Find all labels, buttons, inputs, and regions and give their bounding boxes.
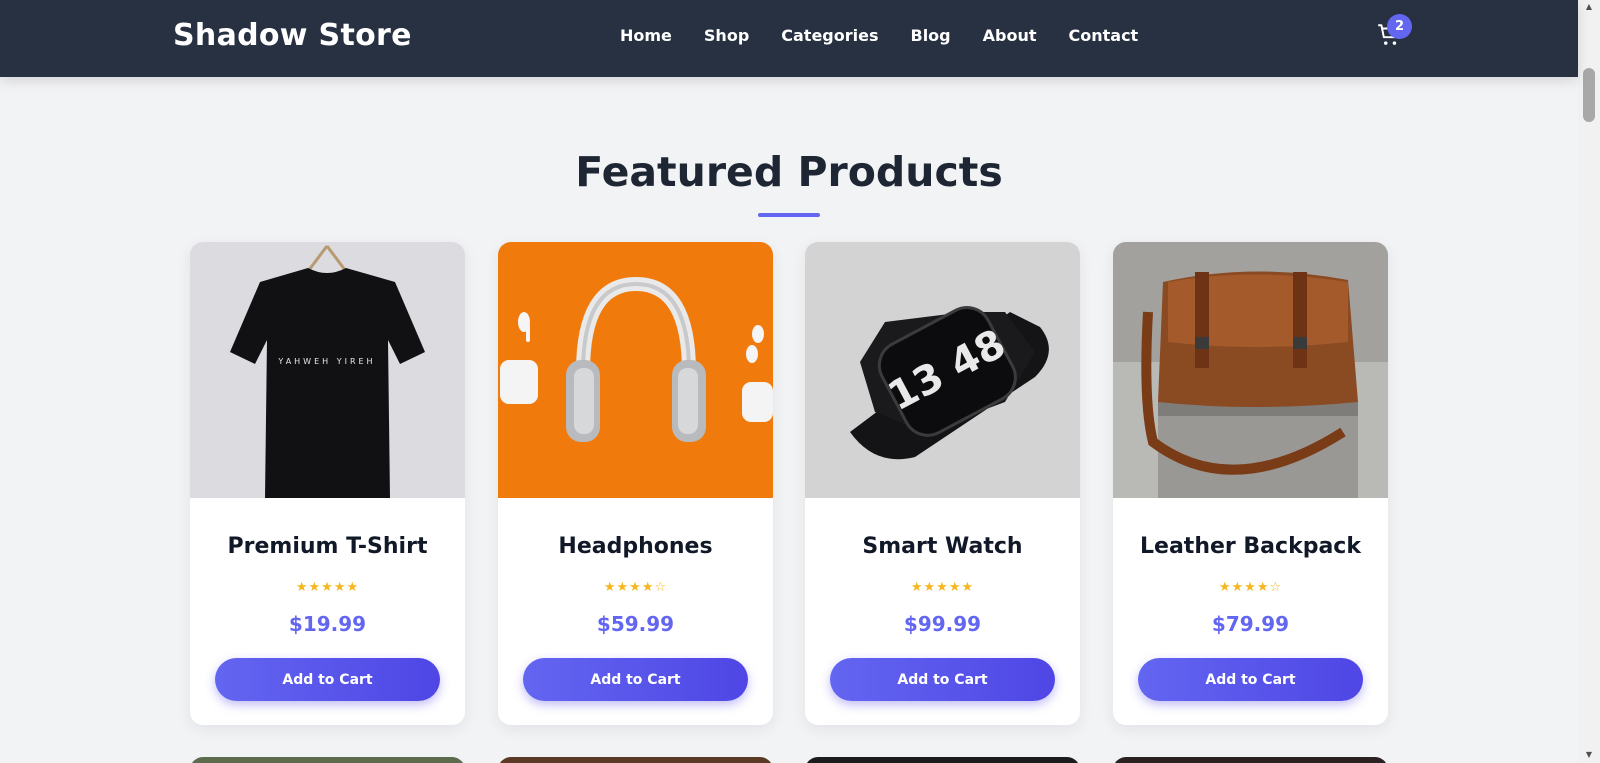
product-image-headphones[interactable] bbox=[498, 242, 773, 498]
product-image-tshirt[interactable]: YAHWEH YIREH bbox=[190, 242, 465, 498]
nav-blog[interactable]: Blog bbox=[911, 26, 951, 45]
rating-stars: ★★★★★ bbox=[910, 580, 975, 595]
cart-count-badge: 2 bbox=[1387, 14, 1412, 39]
rating-stars: ★★★★☆ bbox=[603, 580, 668, 595]
nav-home[interactable]: Home bbox=[620, 26, 672, 45]
product-image-smartwatch[interactable]: 13 48 bbox=[805, 242, 1080, 498]
product-card-partial bbox=[805, 757, 1080, 763]
product-card: YAHWEH YIREH Premium T-Shirt ★★★★★ $19.9… bbox=[190, 242, 465, 725]
nav-contact[interactable]: Contact bbox=[1069, 26, 1139, 45]
product-card-partial bbox=[190, 757, 465, 763]
brand-logo[interactable]: Shadow Store bbox=[173, 18, 412, 53]
product-image-backpack[interactable] bbox=[1113, 242, 1388, 498]
scroll-down-arrow[interactable]: ▼ bbox=[1584, 750, 1594, 760]
product-card: 13 48 Smart Watch ★★★★★ $99.99 Add to Ca… bbox=[805, 242, 1080, 725]
rating-stars: ★★★★☆ bbox=[1218, 580, 1283, 595]
shirt-print-text: YAHWEH YIREH bbox=[277, 357, 375, 366]
main-nav: Home Shop Categories Blog About Contact bbox=[620, 26, 1170, 45]
product-price: $79.99 bbox=[1211, 612, 1290, 636]
product-card: Headphones ★★★★☆ $59.99 Add to Cart bbox=[498, 242, 773, 725]
title-underline bbox=[758, 213, 820, 217]
product-card-partial bbox=[1113, 757, 1388, 763]
scroll-up-arrow[interactable]: ▲ bbox=[1584, 2, 1594, 12]
rating-stars: ★★★★★ bbox=[295, 580, 360, 595]
product-price: $19.99 bbox=[288, 612, 367, 636]
nav-shop[interactable]: Shop bbox=[704, 26, 749, 45]
nav-about[interactable]: About bbox=[983, 26, 1037, 45]
section-title: Featured Products bbox=[575, 148, 1003, 196]
nav-categories[interactable]: Categories bbox=[781, 26, 878, 45]
product-card: Leather Backpack ★★★★☆ $79.99 Add to Car… bbox=[1113, 242, 1388, 725]
cart-button[interactable]: 2 bbox=[1376, 14, 1412, 52]
add-to-cart-button[interactable]: Add to Cart bbox=[830, 658, 1055, 701]
top-navbar: Shadow Store Home Shop Categories Blog A… bbox=[0, 0, 1578, 77]
product-name: Smart Watch bbox=[862, 534, 1023, 559]
scrollbar-thumb[interactable] bbox=[1583, 68, 1595, 122]
add-to-cart-button[interactable]: Add to Cart bbox=[523, 658, 748, 701]
product-card-partial bbox=[498, 757, 773, 763]
product-grid: YAHWEH YIREH Premium T-Shirt ★★★★★ $19.9… bbox=[190, 242, 1388, 725]
product-price: $59.99 bbox=[596, 612, 675, 636]
product-price: $99.99 bbox=[903, 612, 982, 636]
add-to-cart-button[interactable]: Add to Cart bbox=[1138, 658, 1363, 701]
product-name: Leather Backpack bbox=[1140, 534, 1361, 559]
product-name: Premium T-Shirt bbox=[227, 534, 428, 559]
product-name: Headphones bbox=[558, 534, 713, 559]
add-to-cart-button[interactable]: Add to Cart bbox=[215, 658, 440, 701]
